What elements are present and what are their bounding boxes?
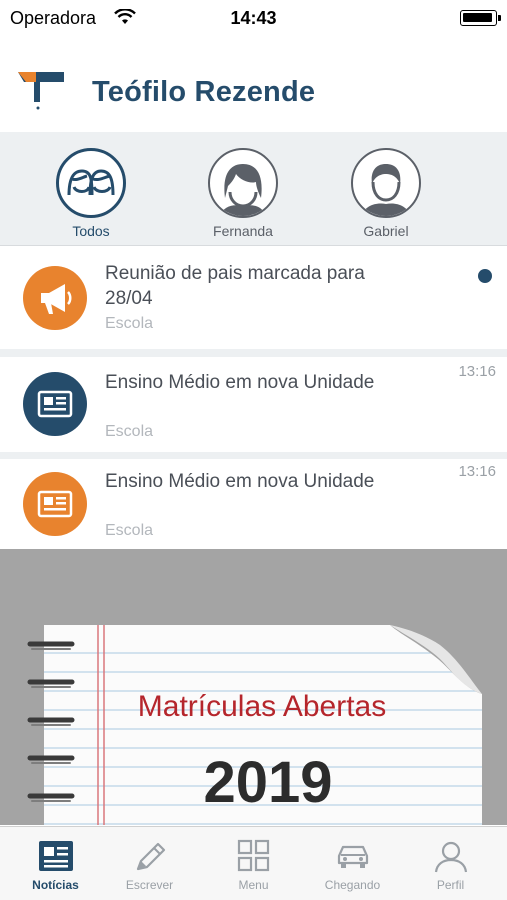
filter-label: Fernanda — [213, 223, 273, 239]
tab-perfil[interactable]: Perfil — [400, 827, 501, 900]
notification-title: Ensino Médio em nova Unidade — [105, 471, 375, 492]
notebook-illustration: Matrículas Abertas 2019 — [27, 625, 482, 825]
notification-source: Escola — [105, 423, 154, 440]
tab-chegando[interactable]: Chegando — [302, 827, 403, 900]
girl-avatar-icon — [208, 148, 278, 218]
list-item[interactable]: Reunião de pais marcada para 28/04 Escol… — [0, 246, 507, 349]
divider — [0, 452, 507, 459]
list-item[interactable]: Ensino Médio em nova Unidade Escola 13:1… — [0, 459, 507, 549]
notification-title: Reunião de pais marcada para 28/04 — [105, 263, 365, 309]
student-filter-bar: Todos Fernanda Gabriel — [0, 132, 507, 246]
notification-time: 13:16 — [458, 463, 496, 480]
notification-time: 13:16 — [458, 363, 496, 380]
school-logo-icon — [18, 72, 64, 110]
clock: 14:43 — [230, 8, 277, 28]
banner-headline: Matrículas Abertas — [138, 690, 386, 723]
notification-source: Escola — [105, 315, 154, 332]
divider — [0, 349, 507, 357]
tab-label: Chegando — [324, 878, 381, 892]
notification-source: Escola — [105, 522, 154, 539]
newspaper-icon — [39, 841, 73, 871]
newspaper-icon — [23, 472, 87, 536]
unread-indicator — [478, 269, 492, 283]
enrollment-banner[interactable]: Matrículas Abertas 2019 — [0, 549, 507, 825]
filter-label: Todos — [72, 223, 110, 239]
tab-label: Escrever — [125, 878, 174, 892]
status-bar: Operadora 14:43 — [0, 0, 507, 38]
user-icon — [434, 841, 468, 873]
newspaper-icon — [23, 372, 87, 436]
tab-bar: Notícias Escrever Menu Chegando Perfil — [0, 826, 507, 900]
app-header: Teófilo Rezende — [0, 38, 507, 132]
filter-fernanda[interactable]: Fernanda — [198, 148, 288, 239]
boy-avatar-icon — [351, 148, 421, 218]
tab-label: Menu — [238, 878, 269, 892]
megaphone-icon — [23, 266, 87, 330]
tab-noticias[interactable]: Notícias — [5, 827, 106, 900]
tab-escrever[interactable]: Escrever — [99, 827, 200, 900]
filter-label: Gabriel — [363, 223, 409, 239]
filter-gabriel[interactable]: Gabriel — [341, 148, 431, 239]
tab-menu[interactable]: Menu — [203, 827, 304, 900]
car-icon — [337, 845, 369, 868]
tab-label: Notícias — [32, 878, 79, 892]
pencil-icon — [136, 842, 166, 871]
tab-label: Perfil — [436, 878, 465, 892]
filter-todos[interactable]: Todos — [46, 148, 136, 239]
battery-icon — [460, 10, 501, 26]
banner-year: 2019 — [203, 750, 332, 815]
group-avatar-icon — [56, 148, 126, 218]
notification-title: Ensino Médio em nova Unidade — [105, 372, 375, 393]
grid-icon — [237, 839, 270, 872]
page-title: Teófilo Rezende — [92, 76, 316, 108]
list-item[interactable]: Ensino Médio em nova Unidade Escola 13:1… — [0, 357, 507, 452]
